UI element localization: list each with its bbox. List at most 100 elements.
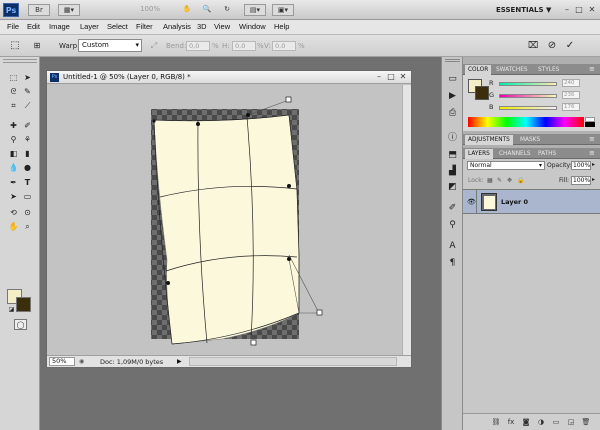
- fill-field[interactable]: 100%: [571, 176, 591, 185]
- horizontal-scrollbar[interactable]: [189, 357, 397, 366]
- history-brush-icon[interactable]: ⚘: [22, 134, 33, 145]
- g-value[interactable]: 236: [562, 91, 580, 99]
- warp-style-select[interactable]: Custom ▾: [78, 39, 142, 52]
- zoom-level[interactable]: 100%: [140, 5, 168, 13]
- r-value[interactable]: 240: [562, 79, 580, 87]
- lock-transparent-icon[interactable]: ▦: [487, 177, 493, 184]
- gradient-tool-icon[interactable]: ▮: [22, 148, 33, 159]
- status-icon[interactable]: ◉: [79, 357, 89, 366]
- menu-select[interactable]: Select: [107, 22, 128, 31]
- actions-panel-icon[interactable]: ⎙: [446, 107, 459, 120]
- crop-tool-icon[interactable]: ⌗: [8, 100, 19, 111]
- lasso-tool-icon[interactable]: ᘓ: [8, 86, 19, 97]
- vertical-scrollbar[interactable]: [402, 85, 411, 355]
- toolbox-grip[interactable]: [3, 59, 37, 63]
- lock-position-icon[interactable]: ✥: [507, 177, 512, 184]
- link-layers-icon[interactable]: ⛓: [491, 418, 501, 426]
- doc-maximize-icon[interactable]: □: [386, 72, 396, 82]
- zoom-field[interactable]: 50%: [49, 357, 75, 366]
- menu-image[interactable]: Image: [49, 22, 70, 31]
- bend-field[interactable]: 0,0: [186, 41, 210, 51]
- view-extras-icon[interactable]: ▦▾: [58, 4, 80, 16]
- rotate-view-icon[interactable]: ↻: [216, 4, 238, 16]
- shape-tool-icon[interactable]: ▭: [22, 191, 33, 202]
- type-tool-icon[interactable]: T: [22, 177, 33, 188]
- r-slider[interactable]: [499, 82, 557, 86]
- h-field[interactable]: 0,0: [232, 41, 256, 51]
- menu-edit[interactable]: Edit: [27, 22, 40, 31]
- spectrum-black[interactable]: [585, 122, 595, 127]
- eraser-tool-icon[interactable]: ◧: [8, 148, 19, 159]
- document-title-bar[interactable]: Ps Untitled-1 @ 50% (Layer 0, RGB/8) * –…: [47, 71, 411, 84]
- layer-comps-icon[interactable]: ◩: [446, 181, 459, 194]
- opacity-field[interactable]: 100%: [571, 161, 591, 170]
- maximize-icon[interactable]: □: [574, 4, 584, 15]
- healing-brush-icon[interactable]: ✚: [8, 120, 19, 131]
- layer-style-icon[interactable]: fx: [506, 418, 516, 426]
- opacity-arrow-icon[interactable]: ▸: [592, 161, 595, 168]
- dock-grip[interactable]: [445, 59, 460, 62]
- tab-paths[interactable]: PATHS: [535, 149, 559, 159]
- menu-filter[interactable]: Filter: [136, 22, 153, 31]
- 3d-orbit-tool-icon[interactable]: ⊙: [22, 207, 33, 218]
- tab-color[interactable]: COLOR: [465, 65, 492, 75]
- clone-stamp-icon[interactable]: ⚲: [8, 134, 19, 145]
- clone-source-icon[interactable]: ⚲: [446, 219, 459, 232]
- path-select-tool-icon[interactable]: ➤: [8, 191, 19, 202]
- layer-mask-icon[interactable]: ◙: [521, 418, 531, 426]
- arrange-documents-icon[interactable]: ▤▾: [244, 4, 266, 16]
- menu-help[interactable]: Help: [274, 22, 289, 31]
- bridge-icon[interactable]: Br: [28, 4, 50, 16]
- default-colors-icon[interactable]: ◪: [6, 304, 17, 315]
- tab-styles[interactable]: STYLES: [535, 65, 562, 75]
- layer-row[interactable]: 👁 Layer 0: [463, 189, 600, 214]
- minimize-icon[interactable]: –: [562, 4, 572, 15]
- menu-3d[interactable]: 3D: [197, 22, 207, 31]
- mini-bridge-icon[interactable]: ▭: [446, 73, 459, 86]
- navigator-panel-icon[interactable]: ⬒: [446, 149, 459, 162]
- histogram-panel-icon[interactable]: ▟: [446, 165, 459, 178]
- delete-layer-icon[interactable]: 🗑: [581, 418, 591, 426]
- change-warp-orientation-icon[interactable]: ⤢: [147, 39, 161, 53]
- doc-close-icon[interactable]: ✕: [398, 72, 408, 82]
- tab-masks[interactable]: MASKS: [517, 135, 543, 145]
- menu-view[interactable]: View: [214, 22, 230, 31]
- color-panel-background[interactable]: [475, 86, 489, 100]
- panel-menu-icon[interactable]: ≡: [589, 135, 595, 143]
- adjustment-layer-icon[interactable]: ◑: [536, 418, 546, 426]
- tab-adjustments[interactable]: ADJUSTMENTS: [465, 135, 513, 145]
- marquee-tool-icon[interactable]: ⬚: [8, 72, 19, 83]
- quick-select-tool-icon[interactable]: ✎: [22, 86, 33, 97]
- move-tool-icon[interactable]: ➤: [22, 72, 33, 83]
- canvas[interactable]: [47, 85, 402, 355]
- background-color-swatch[interactable]: [16, 297, 31, 312]
- cancel-transform-icon[interactable]: ⊘: [545, 39, 559, 53]
- 3d-rotate-tool-icon[interactable]: ⟲: [8, 207, 19, 218]
- dodge-tool-icon[interactable]: ●: [22, 162, 33, 173]
- status-arrow-icon[interactable]: ▶: [177, 357, 185, 366]
- brushes-panel-icon[interactable]: ✐: [446, 202, 459, 215]
- fill-arrow-icon[interactable]: ▸: [592, 176, 595, 183]
- blur-tool-icon[interactable]: 💧: [8, 162, 19, 173]
- zoom-tool-icon[interactable]: 🔍: [196, 4, 218, 16]
- tool-preset-icon[interactable]: ⬚: [8, 39, 22, 53]
- visibility-eye-icon[interactable]: 👁: [467, 198, 476, 206]
- color-spectrum-bar[interactable]: [468, 117, 584, 127]
- info-panel-icon[interactable]: ⓘ: [446, 132, 459, 145]
- zoom-tool-icon[interactable]: ⌕: [22, 221, 33, 232]
- document-window[interactable]: Ps Untitled-1 @ 50% (Layer 0, RGB/8) * –…: [46, 70, 412, 368]
- blend-mode-select[interactable]: Normal ▾: [467, 161, 545, 170]
- close-icon[interactable]: ✕: [587, 4, 597, 15]
- b-value[interactable]: 176: [562, 103, 580, 111]
- switch-free-transform-icon[interactable]: ⌧: [526, 39, 540, 53]
- pen-tool-icon[interactable]: ✒: [8, 177, 19, 188]
- b-slider[interactable]: [499, 106, 557, 110]
- paragraph-panel-icon[interactable]: ¶: [446, 257, 459, 270]
- canvas-area[interactable]: [47, 85, 402, 355]
- commit-transform-icon[interactable]: ✓: [563, 39, 577, 53]
- screen-mode-icon[interactable]: ▣▾: [272, 4, 294, 16]
- menu-window[interactable]: Window: [239, 22, 266, 31]
- tab-channels[interactable]: CHANNELS: [496, 149, 534, 159]
- quick-mask-icon[interactable]: ◯: [14, 319, 27, 330]
- panel-menu-icon[interactable]: ≡: [589, 65, 595, 73]
